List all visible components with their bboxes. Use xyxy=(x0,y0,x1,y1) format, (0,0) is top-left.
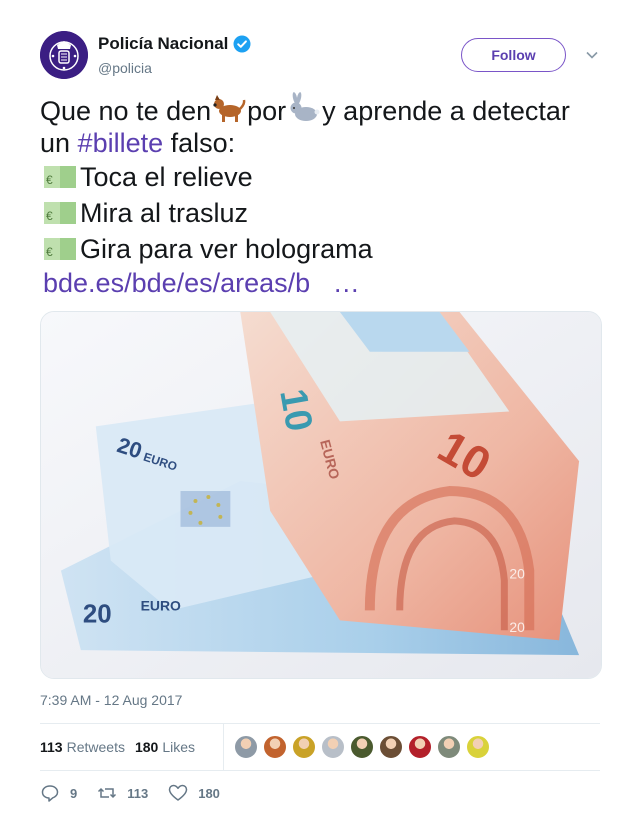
liker-avatar[interactable] xyxy=(292,735,316,759)
retweet-icon xyxy=(98,787,117,799)
svg-text:20: 20 xyxy=(509,619,525,635)
retweets-count: 113 xyxy=(40,739,63,755)
tweet-text: Que no te den por y aprende a detectar u… xyxy=(40,91,600,299)
tweet-header: Policía Nacional @policia Follow xyxy=(40,31,600,83)
retweets-label: Retweets xyxy=(66,739,125,755)
liker-avatar[interactable] xyxy=(321,735,345,759)
tweet-line-1: Que no te den por y aprende a detectar xyxy=(40,91,600,127)
rabbit-emoji-icon xyxy=(286,91,322,131)
svg-text:€: € xyxy=(46,245,53,259)
liker-avatar[interactable] xyxy=(437,735,461,759)
svg-text:10: 10 xyxy=(271,386,320,435)
likes-stat[interactable]: 180 Likes xyxy=(135,739,195,755)
likers-avatars xyxy=(234,735,490,759)
tweet-line-link: bde.es/bde/es/areas/b … xyxy=(40,267,600,299)
follow-button[interactable]: Follow xyxy=(461,38,566,72)
bullet-line: € Gira para ver holograma xyxy=(40,231,600,267)
liker-avatar[interactable] xyxy=(234,735,258,759)
likes-count: 180 xyxy=(134,739,159,755)
tweet-actions: 9 113 180 xyxy=(40,783,240,803)
retweet-count: 113 xyxy=(127,785,149,801)
retweets-stat[interactable]: 113 Retweets xyxy=(40,739,125,755)
svg-text:€: € xyxy=(46,209,53,223)
retweet-button[interactable]: 113 xyxy=(97,783,148,803)
like-button[interactable]: 180 xyxy=(168,783,220,803)
bullet-text: Gira para ver holograma xyxy=(80,234,373,264)
url-link[interactable]: bde.es/bde/es/areas/b … xyxy=(43,267,360,299)
avatar[interactable] xyxy=(40,31,88,79)
reply-icon xyxy=(41,785,59,802)
verified-badge-icon xyxy=(233,35,251,53)
bullet-text: Mira al trasluz xyxy=(80,198,249,228)
stats-divider xyxy=(223,724,224,770)
hashtag-link[interactable]: #billete xyxy=(78,127,164,159)
divider xyxy=(40,770,600,771)
tweet-text-segment: Que no te den xyxy=(40,96,212,126)
svg-text:€: € xyxy=(46,173,53,187)
euro-banknote-icon: € xyxy=(42,164,78,190)
engagement-stats: 113 Retweets 180 Likes xyxy=(40,724,600,770)
liker-avatar[interactable] xyxy=(263,735,287,759)
svg-text:EURO: EURO xyxy=(141,597,181,613)
tweet-text-segment: y aprende a detectar xyxy=(322,96,570,126)
svg-text:20: 20 xyxy=(83,600,112,628)
liker-avatar[interactable] xyxy=(408,735,432,759)
like-count: 180 xyxy=(198,785,220,801)
euro-banknote-icon: € xyxy=(42,200,78,226)
tweet-image[interactable]: 10 10 EURO 20 EURO 20 EURO 20 20 xyxy=(40,311,602,679)
name-row: Policía Nacional xyxy=(98,34,251,54)
reply-count: 9 xyxy=(70,785,78,801)
bullet-text: Toca el relieve xyxy=(80,162,253,192)
reply-button[interactable]: 9 xyxy=(40,783,77,803)
chevron-down-icon[interactable] xyxy=(585,48,599,62)
bullet-line: € Mira al trasluz xyxy=(40,195,600,231)
likes-label: Likes xyxy=(162,739,195,755)
tweet-text-segment: falso: xyxy=(163,128,236,158)
heart-icon xyxy=(168,784,188,801)
tweet-text-segment: por xyxy=(247,96,287,126)
liker-avatar[interactable] xyxy=(379,735,403,759)
euro-banknote-icon: € xyxy=(42,236,78,262)
timestamp[interactable]: 7:39 AM - 12 Aug 2017 xyxy=(40,692,182,708)
bullet-line: € Toca el relieve xyxy=(40,159,600,195)
tweet-text-segment: un xyxy=(40,128,78,158)
liker-avatar[interactable] xyxy=(466,735,490,759)
svg-text:20: 20 xyxy=(509,566,525,582)
handle[interactable]: @policia xyxy=(98,60,152,76)
dog-emoji-icon xyxy=(211,92,247,131)
display-name[interactable]: Policía Nacional xyxy=(98,34,228,54)
tweet-line-2: un #billete falso: xyxy=(40,127,600,159)
liker-avatar[interactable] xyxy=(350,735,374,759)
